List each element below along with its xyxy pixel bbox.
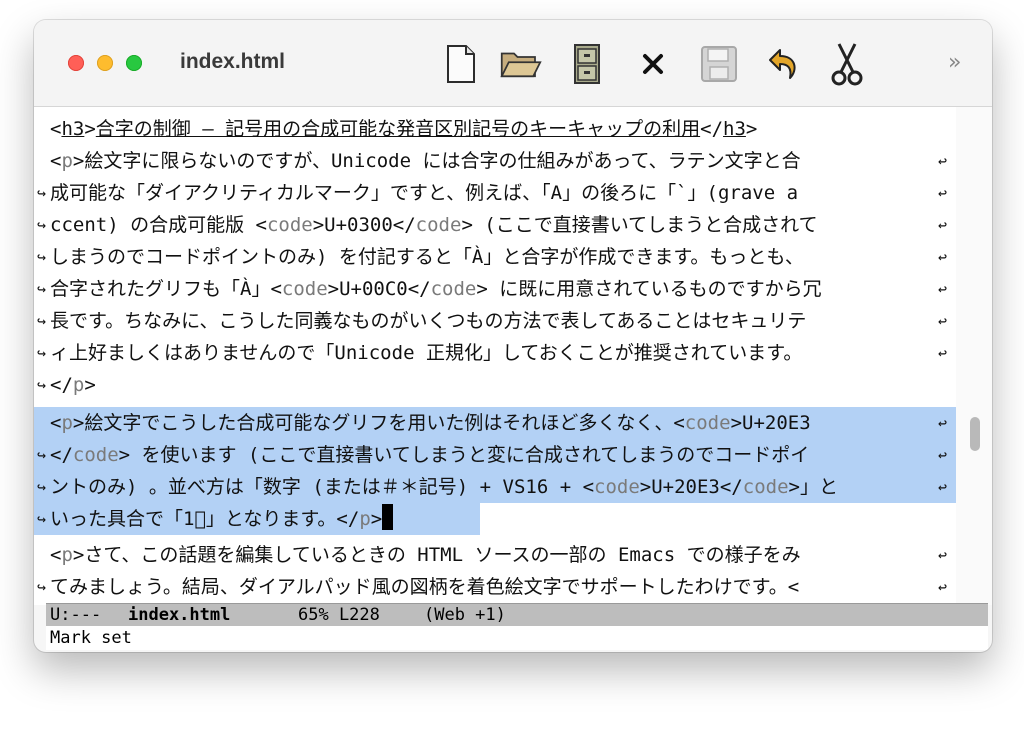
line-continuation-icon: ↪ bbox=[37, 344, 47, 362]
buffer-line: <p>絵文字に限らないのですが、Unicode には合字の仕組みがあって、ラテン… bbox=[34, 145, 956, 177]
buffer-line: ↪ 合字されたグリフも「À」<code>U+00C0</code> に既に用意さ… bbox=[34, 273, 956, 305]
line-continuation-icon: ↪ bbox=[37, 578, 47, 596]
line-wrap-icon: ↩ bbox=[938, 546, 948, 564]
line-continuation-icon: ↪ bbox=[37, 216, 47, 234]
modeline-position: 65% L228 bbox=[298, 605, 380, 625]
open-folder-button[interactable] bbox=[500, 42, 542, 86]
buffer-line: ↪ てみましょう。結局、ダイアルパッド風の図柄を着色絵文字でサポートしたわけです… bbox=[34, 571, 956, 603]
mode-line: U:--- index.html 65% L228 (Web +1) bbox=[46, 603, 988, 626]
save-button[interactable] bbox=[698, 42, 740, 86]
line-continuation-icon: ↪ bbox=[37, 312, 47, 330]
line-continuation-icon: ↪ bbox=[37, 601, 46, 605]
window-title: index.html bbox=[180, 50, 286, 73]
line-wrap-icon: ↩ bbox=[938, 152, 948, 170]
minimize-window-button[interactable] bbox=[97, 55, 113, 71]
cut-button[interactable] bbox=[826, 42, 868, 86]
buffer-line: ↪ </p> bbox=[34, 369, 956, 401]
buffer-line-selected: ↪ ントのみ) 。並べ方は「数字 (または＃＊記号) + VS16 + <cod… bbox=[34, 471, 956, 503]
minibuffer-message: Mark set bbox=[50, 628, 132, 648]
buffer-line: <p>さて、この話題を編集しているときの HTML ソースの一部の Emacs … bbox=[34, 539, 956, 571]
buffer-line: ↪ ィ上好ましくはありませんので「Unicode 正規化」しておくことが推奨され… bbox=[34, 337, 956, 369]
titlebar: index.html » bbox=[34, 20, 992, 107]
save-disk-icon bbox=[701, 46, 737, 82]
buffer-line-selected: <p>絵文字でこうした合成可能なグリフを用いた例はそれほど多くなく、<code>… bbox=[34, 407, 956, 439]
line-wrap-icon: ↩ bbox=[938, 184, 948, 202]
line-wrap-icon: ↩ bbox=[938, 344, 948, 362]
file-cabinet-button[interactable] bbox=[566, 42, 608, 86]
close-window-button[interactable] bbox=[68, 55, 84, 71]
zoom-window-button[interactable] bbox=[126, 55, 142, 71]
scrollbar-thumb[interactable] bbox=[970, 417, 980, 451]
text-cursor bbox=[382, 504, 394, 530]
line-continuation-icon: ↪ bbox=[37, 280, 47, 298]
buffer-line: ↪ ccent) の合成可能版 <code>U+0300</code> (ここで… bbox=[34, 209, 956, 241]
modeline-buffer-name[interactable]: index.html bbox=[128, 604, 230, 626]
text-area[interactable]: <h3>合字の制御 — 記号用の合成可能な発音区別記号のキーキャップの利用</h… bbox=[34, 107, 992, 605]
line-continuation-icon: ↪ bbox=[37, 248, 47, 266]
open-folder-icon bbox=[500, 52, 542, 78]
new-file-icon bbox=[447, 45, 475, 83]
buffer-line: ↪ 成可能な「ダイアクリティカルマーク」ですと、例えば、「A」の後ろに「`」(g… bbox=[34, 177, 956, 209]
line-wrap-icon: ↩ bbox=[938, 248, 948, 266]
undo-button[interactable] bbox=[762, 42, 804, 86]
line-wrap-icon: ↩ bbox=[938, 414, 948, 432]
line-wrap-icon: ↩ bbox=[938, 312, 948, 330]
buffer-line: ↪ 長です。ちなみに、こうした同義なものがいくつもの方法で表してあることはセキュ… bbox=[34, 305, 956, 337]
emacs-window: index.html » <h3>合字の制御 — 記号用の合成可能な発音区別記号… bbox=[34, 20, 992, 652]
buffer-line: ↪ しまうのでコードポイントのみ) を付記すると「À」と合字が作成できます。もっ… bbox=[34, 241, 956, 273]
toolbar-overflow-icon[interactable]: » bbox=[948, 50, 961, 75]
line-continuation-icon: ↪ bbox=[37, 446, 47, 464]
buffer-line-selected: ↪ いった具合で「1⃣」となります。</p> bbox=[34, 503, 494, 535]
modeline-major-mode[interactable]: (Web +1) bbox=[424, 604, 506, 626]
buffer-line-selected: ↪ </code> を使います (ここで直接書いてしまうと変に合成されてしまうの… bbox=[34, 439, 956, 471]
vertical-scrollbar[interactable] bbox=[956, 107, 992, 605]
line-wrap-icon: ↩ bbox=[938, 578, 948, 596]
line-continuation-icon: ↪ bbox=[37, 184, 47, 202]
line-wrap-icon: ↩ bbox=[938, 446, 948, 464]
line-wrap-icon: ↩ bbox=[938, 280, 948, 298]
close-icon bbox=[643, 54, 663, 74]
cut-scissors-icon bbox=[831, 43, 863, 86]
line-wrap-icon: ↩ bbox=[938, 478, 948, 496]
buffer-line: <h3>合字の制御 — 記号用の合成可能な発音区別記号のキーキャップの利用</h… bbox=[50, 118, 758, 140]
line-continuation-icon: ↪ bbox=[37, 478, 47, 496]
modeline-status: U:--- bbox=[50, 605, 102, 625]
kill-buffer-button[interactable] bbox=[632, 42, 674, 86]
line-continuation-icon: ↪ bbox=[37, 510, 47, 528]
minibuffer[interactable]: Mark set bbox=[46, 626, 988, 650]
new-file-button[interactable] bbox=[440, 42, 482, 86]
file-cabinet-icon bbox=[574, 44, 600, 84]
line-continuation-icon: ↪ bbox=[37, 376, 47, 394]
line-wrap-icon: ↩ bbox=[938, 216, 948, 234]
undo-icon bbox=[769, 49, 796, 79]
